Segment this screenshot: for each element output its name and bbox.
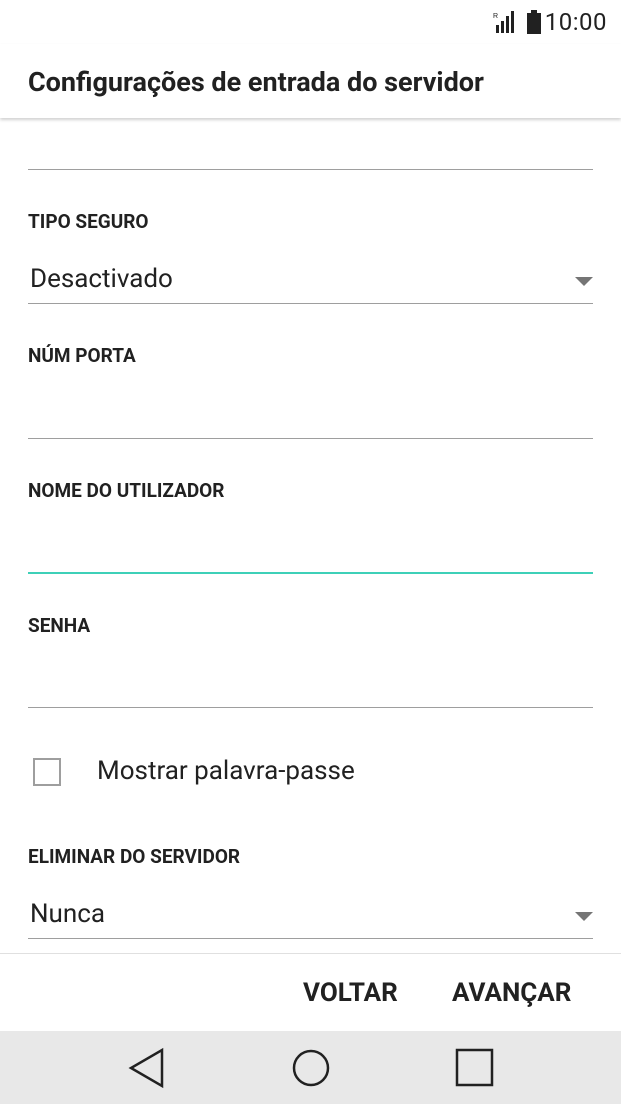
server-field-underline[interactable]	[28, 169, 593, 170]
show-password-label[interactable]: Mostrar palavra-passe	[97, 756, 355, 786]
clock: 10:00	[544, 8, 607, 36]
svg-text:R: R	[493, 13, 498, 20]
signal-icon: R	[493, 11, 514, 33]
settings-form[interactable]: TIPO SEGURO Desactivado NÚM PORTA NOME D…	[0, 118, 621, 953]
app-bar: Configurações de entrada do servidor	[0, 44, 621, 118]
password-label: SENHA	[28, 614, 91, 637]
delete-from-server-label: ELIMINAR DO SERVIDOR	[28, 845, 241, 868]
show-password-checkbox[interactable]	[33, 758, 61, 786]
delete-from-server-underline	[28, 938, 593, 939]
recents-square-icon[interactable]	[455, 1047, 495, 1089]
action-bar: VOLTAR AVANÇAR	[0, 953, 621, 1032]
dropdown-arrow-icon[interactable]	[575, 277, 593, 286]
status-bar: R 10:00	[0, 0, 621, 44]
username-label: NOME DO UTILIZADOR	[28, 479, 225, 502]
page-title: Configurações de entrada do servidor	[28, 66, 484, 98]
back-button[interactable]: VOLTAR	[303, 978, 398, 1008]
username-input[interactable]	[28, 572, 593, 574]
battery-icon	[526, 10, 541, 34]
delete-from-server-value[interactable]: Nunca	[30, 899, 105, 929]
navigation-bar	[0, 1031, 621, 1104]
password-input[interactable]	[28, 707, 593, 708]
dropdown-arrow-icon[interactable]	[575, 912, 593, 921]
port-input[interactable]	[28, 438, 593, 439]
next-button[interactable]: AVANÇAR	[452, 978, 571, 1008]
home-circle-icon[interactable]	[290, 1047, 332, 1089]
back-triangle-icon[interactable]	[128, 1047, 166, 1089]
secure-type-underline	[28, 303, 593, 304]
secure-type-value[interactable]: Desactivado	[30, 264, 173, 294]
secure-type-label: TIPO SEGURO	[28, 210, 149, 233]
port-label: NÚM PORTA	[28, 344, 136, 367]
